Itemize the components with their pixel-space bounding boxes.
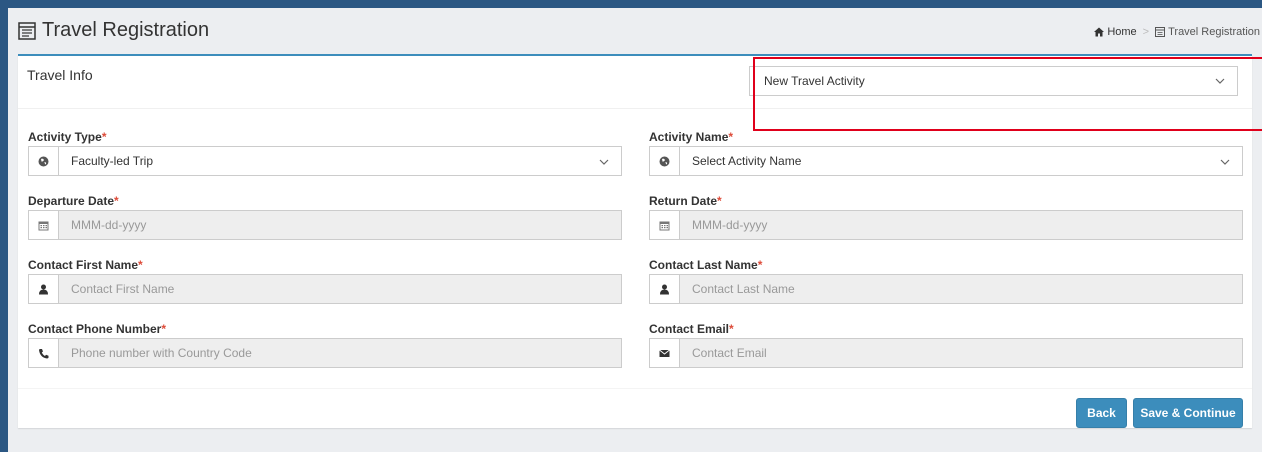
activity-name-label: Activity Name* xyxy=(649,130,734,144)
addon xyxy=(649,210,679,240)
activity-type-group: Faculty-led Trip xyxy=(28,146,622,176)
breadcrumb-current: Travel Registration xyxy=(1168,26,1260,38)
user-icon xyxy=(39,284,48,294)
breadcrumb-separator: > xyxy=(1142,26,1150,38)
chevron-down-icon xyxy=(1220,159,1230,165)
page-title-text: Travel Registration xyxy=(42,19,210,41)
departure-date-label: Departure Date* xyxy=(28,194,119,208)
home-icon xyxy=(1094,27,1105,37)
departure-date-group: MMM-dd-yyyy xyxy=(28,210,622,240)
addon xyxy=(28,146,58,176)
travel-info-panel: Travel Info New Travel Activity Activity… xyxy=(18,54,1252,428)
envelope-icon xyxy=(659,349,670,357)
breadcrumb: Home > Travel Registration xyxy=(1094,26,1260,38)
chevron-down-icon xyxy=(599,159,609,165)
save-continue-button[interactable]: Save & Continue xyxy=(1133,398,1243,428)
chevron-down-icon xyxy=(1215,78,1225,84)
panel-title: Travel Info xyxy=(27,67,93,83)
contact-phone-input[interactable]: Phone number with Country Code xyxy=(58,338,622,368)
departure-date-input[interactable]: MMM-dd-yyyy xyxy=(58,210,622,240)
breadcrumb-home-link[interactable]: Home xyxy=(1107,26,1136,38)
return-date-input[interactable]: MMM-dd-yyyy xyxy=(679,210,1243,240)
globe-icon xyxy=(38,156,49,166)
registration-icon xyxy=(1155,27,1166,37)
contact-last-name-label: Contact Last Name* xyxy=(649,258,763,272)
contact-first-name-input[interactable]: Contact First Name xyxy=(58,274,622,304)
addon xyxy=(649,338,679,368)
contact-first-name-label: Contact First Name* xyxy=(28,258,143,272)
contact-last-name-group: Contact Last Name xyxy=(649,274,1243,304)
travel-activity-select[interactable]: New Travel Activity xyxy=(749,66,1238,96)
calendar-icon xyxy=(659,221,670,230)
return-date-group: MMM-dd-yyyy xyxy=(649,210,1243,240)
activity-type-label: Activity Type* xyxy=(28,130,107,144)
contact-last-name-input[interactable]: Contact Last Name xyxy=(679,274,1243,304)
app-frame: Travel Registration Home > Travel Regist… xyxy=(8,8,1262,452)
travel-activity-select-value: New Travel Activity xyxy=(764,74,865,88)
phone-icon xyxy=(39,348,49,358)
panel-header: Travel Info New Travel Activity xyxy=(18,56,1252,109)
contact-email-group: Contact Email xyxy=(649,338,1243,368)
content-header: Travel Registration Home > Travel Regist… xyxy=(8,8,1262,52)
addon xyxy=(649,146,679,176)
registration-icon xyxy=(18,21,36,40)
activity-type-select[interactable]: Faculty-led Trip xyxy=(58,146,622,176)
globe-icon xyxy=(659,156,670,166)
contact-email-input[interactable]: Contact Email xyxy=(679,338,1243,368)
activity-name-group: Select Activity Name xyxy=(649,146,1243,176)
return-date-label: Return Date* xyxy=(649,194,722,208)
contact-email-label: Contact Email* xyxy=(649,322,734,336)
activity-name-value: Select Activity Name xyxy=(692,154,802,168)
calendar-icon xyxy=(38,221,49,230)
page-title: Travel Registration xyxy=(18,19,209,42)
addon xyxy=(28,338,58,368)
panel-footer-divider xyxy=(18,388,1252,389)
addon xyxy=(28,274,58,304)
activity-name-select[interactable]: Select Activity Name xyxy=(679,146,1243,176)
addon xyxy=(649,274,679,304)
addon xyxy=(28,210,58,240)
contact-phone-group: Phone number with Country Code xyxy=(28,338,622,368)
contact-first-name-group: Contact First Name xyxy=(28,274,622,304)
user-icon xyxy=(660,284,669,294)
activity-type-value: Faculty-led Trip xyxy=(71,154,154,168)
back-button[interactable]: Back xyxy=(1076,398,1127,428)
contact-phone-label: Contact Phone Number* xyxy=(28,322,167,336)
